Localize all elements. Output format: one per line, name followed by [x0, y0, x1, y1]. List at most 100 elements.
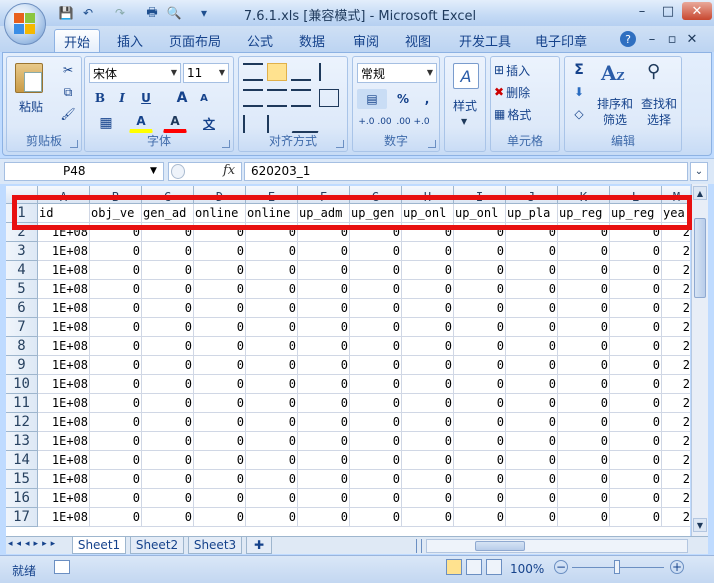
column-header[interactable]: L: [610, 186, 662, 204]
table-cell[interactable]: 0: [246, 242, 298, 261]
table-cell[interactable]: 2: [662, 261, 690, 280]
table-cell[interactable]: 0: [246, 318, 298, 337]
tab-e-seal[interactable]: 电子印章: [528, 29, 594, 52]
table-cell[interactable]: 0: [558, 432, 610, 451]
table-cell[interactable]: 0: [558, 394, 610, 413]
table-cell[interactable]: 0: [454, 470, 506, 489]
table-cell[interactable]: 0: [246, 432, 298, 451]
column-header[interactable]: M: [662, 186, 690, 204]
table-cell[interactable]: 2: [662, 432, 690, 451]
column-header[interactable]: G: [350, 186, 402, 204]
row-header[interactable]: 1: [6, 204, 38, 223]
h-scroll-thumb[interactable]: [475, 541, 525, 551]
header-cell[interactable]: obj_ve: [90, 204, 142, 223]
table-cell[interactable]: 1E+08: [38, 261, 90, 280]
table-cell[interactable]: 1E+08: [38, 451, 90, 470]
table-cell[interactable]: 0: [298, 223, 350, 242]
shrink-font-button[interactable]: A: [195, 89, 213, 107]
table-cell[interactable]: 0: [558, 261, 610, 280]
table-cell[interactable]: 0: [350, 375, 402, 394]
scroll-down-icon[interactable]: ▼: [693, 518, 707, 532]
table-cell[interactable]: 0: [194, 223, 246, 242]
table-cell[interactable]: 0: [610, 261, 662, 280]
column-header[interactable]: B: [90, 186, 142, 204]
table-cell[interactable]: 0: [610, 223, 662, 242]
table-cell[interactable]: 0: [506, 375, 558, 394]
minimize-button[interactable]: –: [630, 2, 654, 20]
row-header[interactable]: 5: [6, 280, 38, 299]
row-header[interactable]: 6: [6, 299, 38, 318]
sort-filter-button-line1[interactable]: 排序和: [595, 95, 635, 111]
row-header[interactable]: 14: [6, 451, 38, 470]
scroll-thumb[interactable]: [694, 218, 706, 298]
row-header[interactable]: 13: [6, 432, 38, 451]
tab-home[interactable]: 开始: [54, 29, 100, 52]
table-cell[interactable]: 0: [194, 318, 246, 337]
table-cell[interactable]: 0: [298, 413, 350, 432]
table-cell[interactable]: 2: [662, 318, 690, 337]
table-cell[interactable]: 2: [662, 280, 690, 299]
table-cell[interactable]: 0: [558, 413, 610, 432]
table-cell[interactable]: 0: [558, 242, 610, 261]
name-box[interactable]: P48: [4, 162, 164, 181]
table-cell[interactable]: 0: [246, 470, 298, 489]
clear-icon[interactable]: ◇: [567, 105, 591, 123]
table-cell[interactable]: 1E+08: [38, 508, 90, 527]
table-cell[interactable]: 0: [142, 223, 194, 242]
format-painter-icon[interactable]: 🖌: [59, 105, 77, 123]
row-header[interactable]: 12: [6, 413, 38, 432]
table-cell[interactable]: 0: [454, 223, 506, 242]
table-cell[interactable]: 0: [90, 223, 142, 242]
table-cell[interactable]: 0: [90, 489, 142, 508]
column-header[interactable]: F: [298, 186, 350, 204]
table-cell[interactable]: 0: [194, 242, 246, 261]
table-cell[interactable]: 0: [402, 508, 454, 527]
table-cell[interactable]: 0: [298, 375, 350, 394]
table-cell[interactable]: 0: [142, 489, 194, 508]
align-middle-icon[interactable]: [267, 63, 287, 81]
row-header[interactable]: 15: [6, 470, 38, 489]
header-cell[interactable]: up_reg: [558, 204, 610, 223]
table-cell[interactable]: 0: [246, 451, 298, 470]
ribbon-minimize-button[interactable]: –: [644, 30, 660, 48]
table-cell[interactable]: 0: [298, 242, 350, 261]
table-cell[interactable]: 0: [506, 337, 558, 356]
row-header[interactable]: 8: [6, 337, 38, 356]
fill-icon[interactable]: ⬇: [567, 83, 591, 101]
table-cell[interactable]: 0: [454, 356, 506, 375]
table-cell[interactable]: 0: [402, 261, 454, 280]
table-cell[interactable]: 0: [350, 394, 402, 413]
table-cell[interactable]: 0: [194, 356, 246, 375]
column-header[interactable]: K: [558, 186, 610, 204]
tab-formulas[interactable]: 公式: [238, 29, 282, 52]
table-cell[interactable]: 0: [194, 470, 246, 489]
table-cell[interactable]: 0: [506, 432, 558, 451]
phonetic-button[interactable]: 文: [197, 113, 221, 133]
table-cell[interactable]: 1E+08: [38, 394, 90, 413]
table-cell[interactable]: 1E+08: [38, 375, 90, 394]
row-header[interactable]: 16: [6, 489, 38, 508]
expand-formula-bar-icon[interactable]: ⌄: [690, 162, 708, 181]
close-button[interactable]: ✕: [682, 2, 712, 20]
table-cell[interactable]: 0: [90, 413, 142, 432]
table-cell[interactable]: 2: [662, 413, 690, 432]
table-cell[interactable]: 0: [246, 394, 298, 413]
table-cell[interactable]: 0: [142, 356, 194, 375]
print-icon[interactable]: 🖶: [144, 5, 160, 21]
normal-view-icon[interactable]: [446, 559, 462, 575]
table-cell[interactable]: 1E+08: [38, 470, 90, 489]
page-break-view-icon[interactable]: [486, 559, 502, 575]
table-cell[interactable]: 0: [402, 413, 454, 432]
table-cell[interactable]: 0: [454, 375, 506, 394]
tab-page-layout[interactable]: 页面布局: [160, 29, 230, 52]
header-cell[interactable]: up_pla: [506, 204, 558, 223]
styles-button[interactable]: 样式: [445, 95, 485, 115]
table-cell[interactable]: 0: [454, 489, 506, 508]
table-cell[interactable]: 2: [662, 489, 690, 508]
format-cells-button[interactable]: ▦ 格式: [493, 105, 557, 123]
table-cell[interactable]: 0: [558, 318, 610, 337]
align-left-icon[interactable]: [243, 89, 263, 107]
table-cell[interactable]: 0: [90, 508, 142, 527]
table-cell[interactable]: 1E+08: [38, 432, 90, 451]
table-cell[interactable]: 0: [298, 318, 350, 337]
